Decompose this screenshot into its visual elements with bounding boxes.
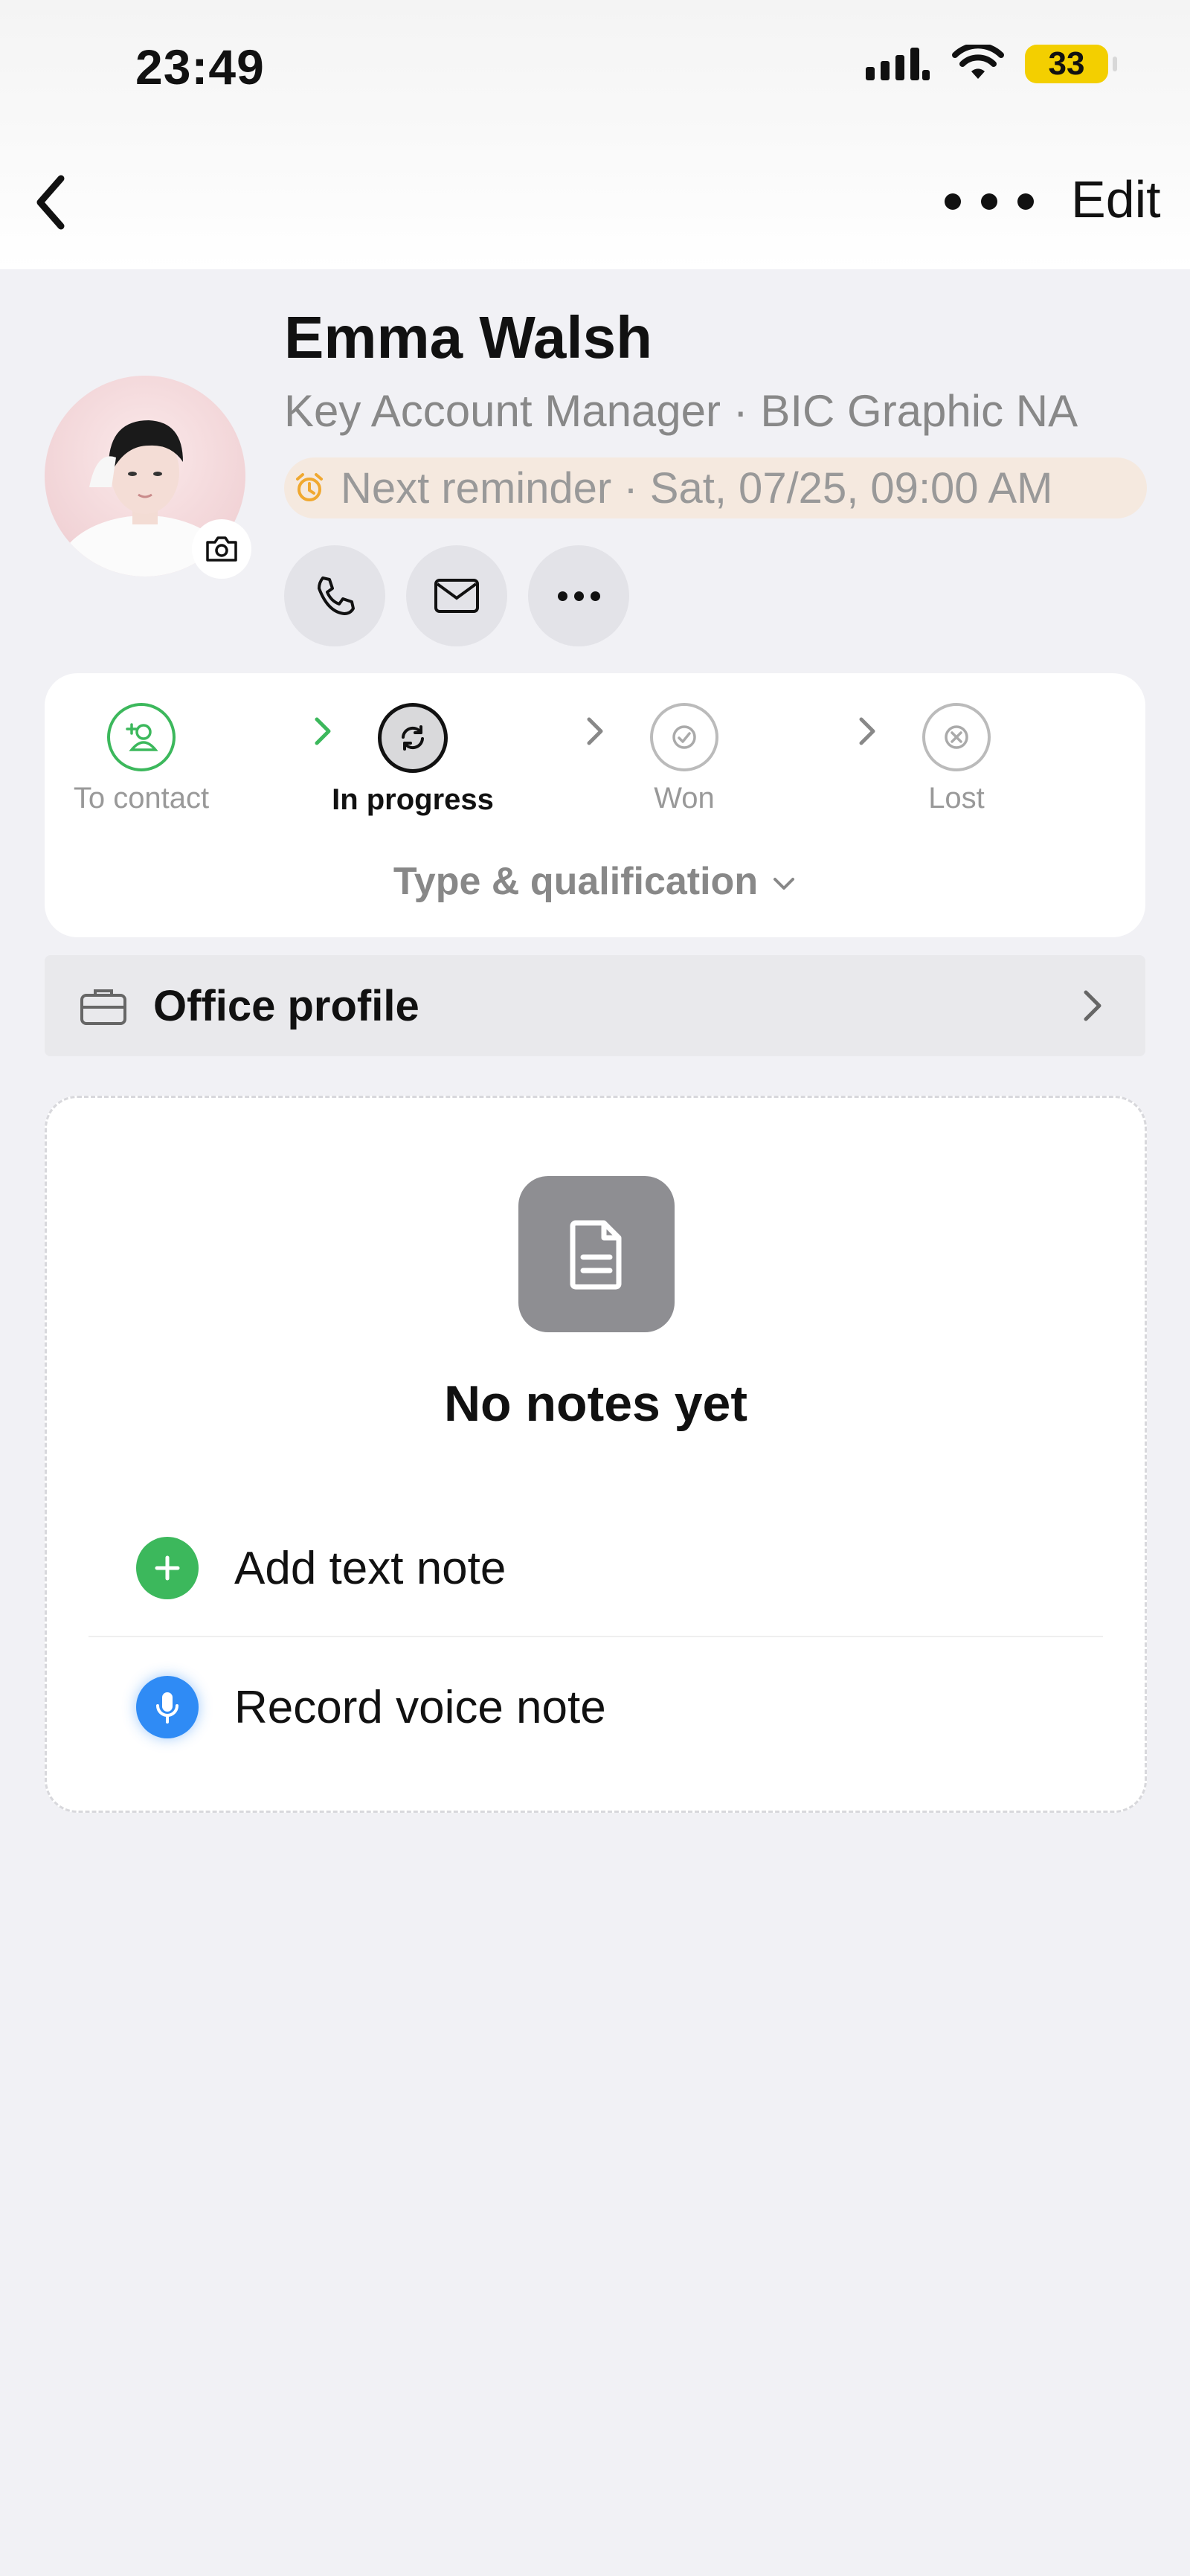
stage-to-contact[interactable]: To contact [52, 703, 231, 815]
phone-icon [318, 576, 355, 615]
more-actions-button[interactable] [528, 545, 629, 646]
office-profile-label: Office profile [153, 981, 419, 1030]
empty-notes-title: No notes yet [443, 1375, 748, 1432]
more-dot-icon [981, 193, 997, 210]
microphone-icon [136, 1676, 199, 1738]
email-button[interactable] [406, 545, 507, 646]
more-dot-icon [945, 193, 961, 210]
wifi-icon [952, 45, 1004, 79]
refresh-icon [378, 703, 448, 773]
reminder-text: Next reminder · Sat, 07/25, 09:00 AM [341, 463, 1053, 513]
stage-won[interactable]: Won [595, 703, 774, 815]
office-profile-row[interactable]: Office profile [45, 955, 1145, 1056]
reminder-pill[interactable]: Next reminder · Sat, 07/25, 09:00 AM [284, 457, 1147, 518]
top-navigation-bar: 23:49 33 Edit [0, 0, 1190, 269]
document-icon [518, 1176, 675, 1332]
status-time: 23:49 [135, 39, 265, 94]
stage-label: To contact [73, 782, 210, 815]
mail-icon [434, 579, 479, 613]
check-circle-icon [650, 703, 718, 771]
notes-card: No notes yet Add text note Record voice … [45, 1096, 1147, 1813]
type-qualification-label: Type & qualification [393, 860, 759, 903]
pipeline-card: To contact In progress Won Lost Type & q… [45, 673, 1145, 937]
plus-icon [136, 1537, 199, 1599]
briefcase-icon [77, 985, 129, 1027]
chevron-right-icon [1084, 990, 1101, 1021]
add-person-icon [107, 703, 176, 771]
more-dot-icon [1017, 193, 1034, 210]
add-text-note-label: Add text note [234, 1542, 506, 1594]
change-photo-button[interactable] [192, 519, 251, 579]
chevron-down-icon [774, 878, 795, 890]
stage-label: Lost [928, 782, 985, 815]
ellipsis-icon [557, 591, 600, 601]
contact-name: Emma Walsh [284, 304, 652, 370]
chevron-left-icon [36, 175, 65, 230]
add-text-note-button[interactable]: Add text note [136, 1537, 506, 1599]
stage-label: Won [654, 782, 715, 815]
type-qualification-toggle[interactable]: Type & qualification [45, 859, 1145, 904]
alarm-clock-icon [287, 472, 332, 504]
back-button[interactable] [33, 170, 77, 235]
stage-label: In progress [332, 783, 494, 816]
edit-button[interactable]: Edit [1071, 170, 1161, 229]
call-button[interactable] [284, 545, 385, 646]
status-indicators: 33 [864, 45, 1117, 83]
record-voice-note-button[interactable]: Record voice note [136, 1676, 606, 1738]
more-options-button[interactable] [945, 183, 1034, 220]
x-circle-icon [922, 703, 991, 771]
stage-in-progress[interactable]: In progress [324, 703, 502, 817]
battery-indicator: 33 [1025, 45, 1117, 83]
record-voice-note-label: Record voice note [234, 1681, 606, 1733]
cellular-signal-icon [866, 48, 930, 80]
camera-icon [206, 536, 237, 562]
contact-role: Key Account Manager · BIC Graphic NA [284, 386, 1078, 436]
divider [89, 1636, 1103, 1637]
stage-lost[interactable]: Lost [867, 703, 1046, 815]
